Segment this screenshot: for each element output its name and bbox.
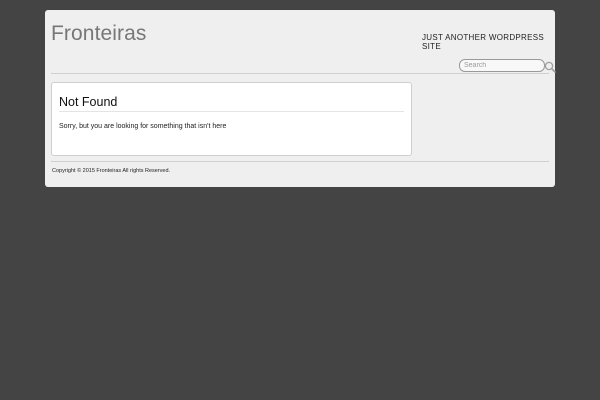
site-title[interactable]: Fronteiras bbox=[51, 22, 147, 46]
main-content: Not Found Sorry, but you are looking for… bbox=[51, 82, 412, 156]
footer-copyright: Copyright © 2015 Fronteiras All rights R… bbox=[52, 168, 171, 174]
search-input[interactable] bbox=[459, 59, 545, 72]
page-container: Fronteiras JUST ANOTHER WORDPRESS SITE N… bbox=[45, 10, 556, 187]
site-tagline: JUST ANOTHER WORDPRESS SITE bbox=[422, 33, 545, 51]
page-title: Not Found bbox=[59, 95, 118, 109]
title-divider bbox=[59, 111, 404, 112]
search-bar bbox=[51, 58, 556, 74]
search-icon[interactable] bbox=[544, 60, 556, 73]
not-found-message: Sorry, but you are looking for something… bbox=[59, 123, 227, 130]
footer-divider bbox=[51, 161, 549, 162]
